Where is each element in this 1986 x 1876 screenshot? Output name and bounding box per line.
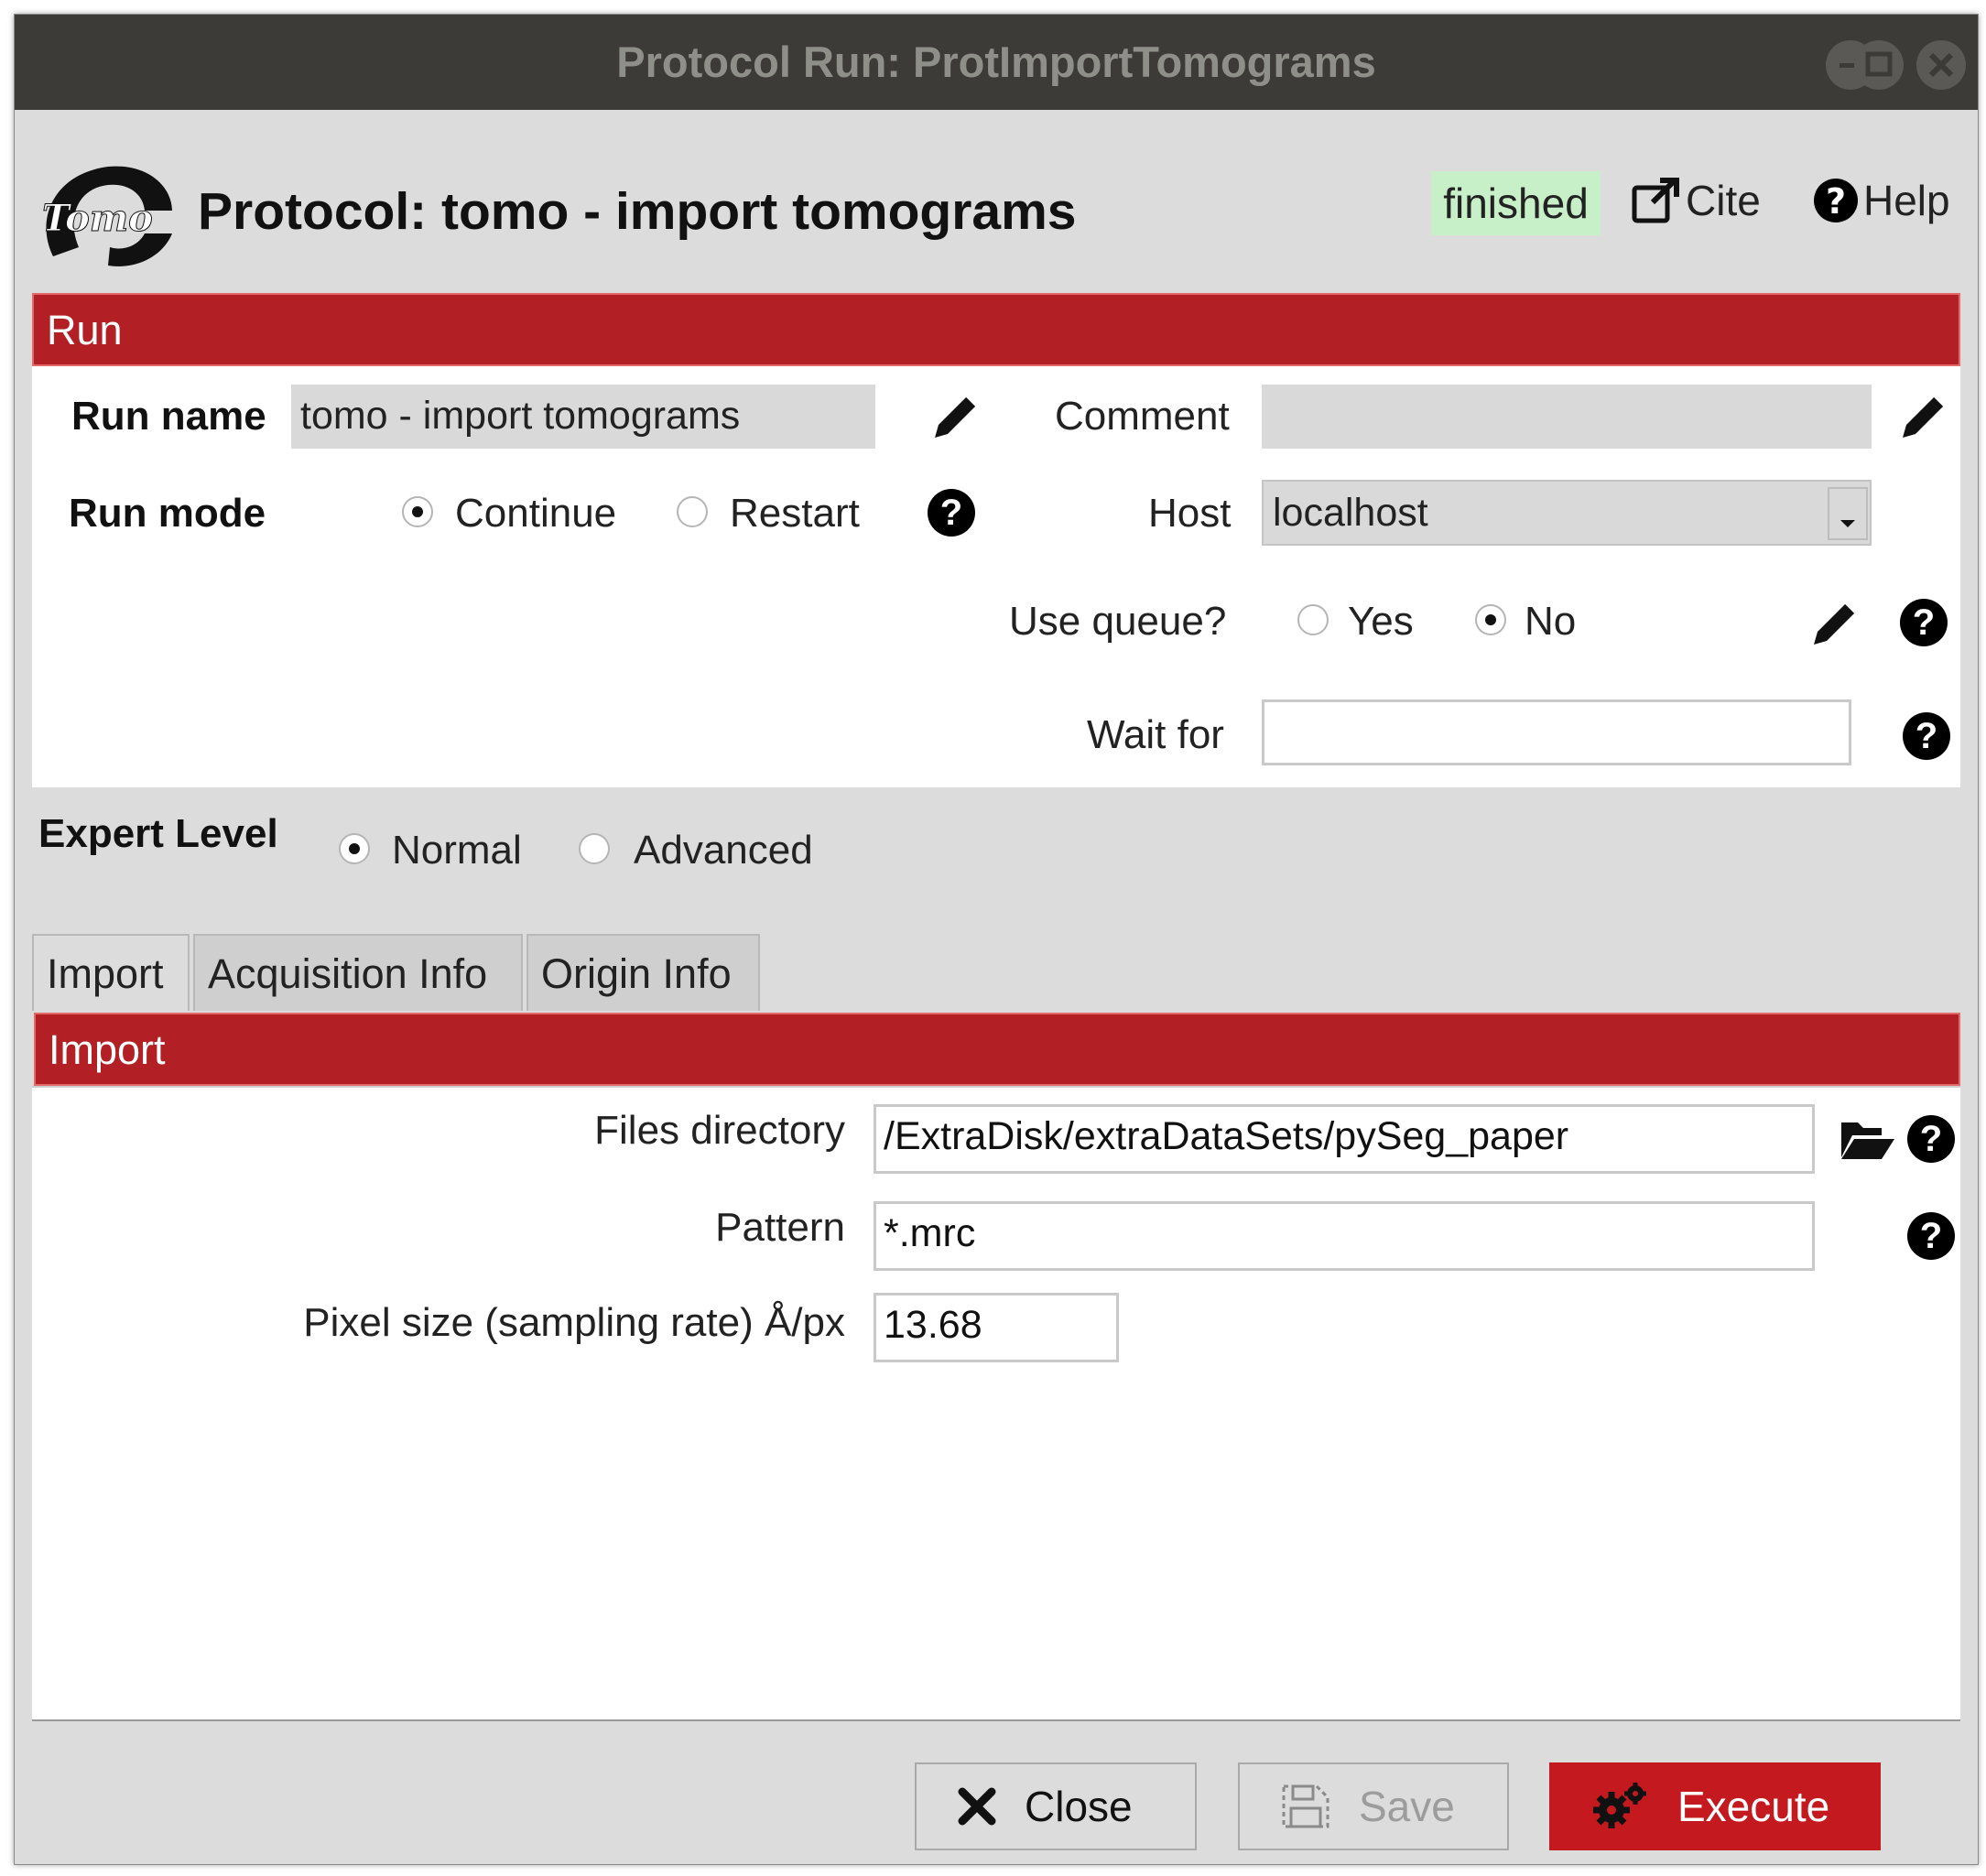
run-mode-help-icon[interactable]: ? bbox=[928, 489, 975, 537]
files-directory-label: Files directory bbox=[594, 1108, 845, 1153]
wait-for-input[interactable] bbox=[1262, 699, 1851, 765]
host-dropdown-button[interactable] bbox=[1828, 487, 1868, 540]
window-title: Protocol Run: ProtImportTomograms bbox=[616, 38, 1376, 86]
use-queue-no-radio[interactable] bbox=[1475, 604, 1506, 635]
close-window-icon bbox=[1928, 52, 1954, 78]
protocol-run-window: Protocol Run: ProtImportTomograms Tomo P… bbox=[14, 14, 1979, 1865]
expert-level-label: Expert Level bbox=[38, 811, 278, 856]
protocol-title: Protocol: tomo - import tomograms bbox=[198, 182, 1077, 241]
tomo-logo: Tomo bbox=[35, 156, 174, 275]
use-queue-label: Use queue? bbox=[1009, 599, 1227, 644]
cite-link[interactable]: Cite bbox=[1631, 176, 1761, 225]
expert-normal-radio[interactable] bbox=[339, 833, 370, 864]
folder-open-icon[interactable] bbox=[1839, 1117, 1896, 1163]
comment-label: Comment bbox=[1055, 394, 1230, 439]
wait-for-label: Wait for bbox=[1087, 712, 1224, 757]
edit-queue-icon[interactable] bbox=[1807, 601, 1858, 652]
pattern-label: Pattern bbox=[715, 1205, 845, 1250]
use-queue-help-icon[interactable]: ? bbox=[1900, 599, 1948, 646]
run-mode-restart-radio[interactable] bbox=[677, 496, 708, 527]
host-value: localhost bbox=[1273, 491, 1428, 535]
external-link-icon bbox=[1632, 178, 1679, 223]
cite-label: Cite bbox=[1686, 177, 1761, 224]
save-button-label: Save bbox=[1359, 1783, 1455, 1830]
expert-advanced-label[interactable]: Advanced bbox=[634, 828, 813, 873]
execute-button-label: Execute bbox=[1677, 1783, 1830, 1830]
pixel-size-label: Pixel size (sampling rate) Å/px bbox=[303, 1300, 845, 1345]
edit-run-name-icon[interactable] bbox=[928, 394, 979, 445]
save-button[interactable]: Save bbox=[1238, 1762, 1509, 1850]
files-directory-input[interactable]: /ExtraDisk/extraDataSets/pySeg_paper bbox=[874, 1104, 1815, 1174]
status-badge: finished bbox=[1431, 171, 1601, 235]
help-icon: ? bbox=[1814, 179, 1858, 222]
use-queue-yes-label[interactable]: Yes bbox=[1348, 599, 1414, 645]
import-section-header: Import bbox=[34, 1013, 1960, 1086]
window-titlebar[interactable]: Protocol Run: ProtImportTomograms bbox=[15, 15, 1978, 110]
files-directory-help-icon[interactable]: ? bbox=[1907, 1115, 1955, 1163]
gears-icon bbox=[1593, 1783, 1646, 1828]
import-panel: Files directory /ExtraDisk/extraDataSets… bbox=[32, 1086, 1960, 1721]
run-name-label: Run name bbox=[71, 394, 266, 439]
edit-comment-icon[interactable] bbox=[1895, 394, 1947, 445]
tab-origin-info[interactable]: Origin Info bbox=[526, 934, 760, 1011]
tab-acquisition-info[interactable]: Acquisition Info bbox=[193, 934, 523, 1011]
close-window-button[interactable] bbox=[1916, 40, 1966, 90]
close-button[interactable]: Close bbox=[915, 1762, 1197, 1850]
run-section-header: Run bbox=[32, 293, 1960, 366]
wait-for-help-icon[interactable]: ? bbox=[1903, 712, 1950, 760]
help-link[interactable]: ? Help bbox=[1812, 176, 1950, 225]
execute-button[interactable]: Execute bbox=[1549, 1762, 1881, 1850]
maximize-icon bbox=[1865, 51, 1893, 77]
expert-normal-label[interactable]: Normal bbox=[392, 828, 522, 873]
help-label: Help bbox=[1863, 177, 1950, 224]
svg-text:?: ? bbox=[1826, 181, 1846, 222]
host-label: Host bbox=[1148, 491, 1232, 536]
save-icon bbox=[1282, 1784, 1329, 1828]
run-mode-restart-label[interactable]: Restart bbox=[730, 491, 860, 537]
close-icon bbox=[958, 1787, 996, 1826]
use-queue-no-label[interactable]: No bbox=[1525, 599, 1576, 645]
protocol-header: Tomo Protocol: tomo - import tomograms f… bbox=[15, 110, 1978, 293]
chevron-down-icon bbox=[1840, 520, 1855, 527]
close-button-label: Close bbox=[1025, 1783, 1133, 1830]
host-select[interactable]: localhost bbox=[1262, 480, 1872, 546]
comment-field[interactable] bbox=[1262, 385, 1872, 449]
run-mode-continue-radio[interactable] bbox=[402, 496, 433, 527]
tab-import[interactable]: Import bbox=[32, 934, 190, 1011]
pattern-input[interactable]: *.mrc bbox=[874, 1201, 1815, 1271]
run-mode-continue-label[interactable]: Continue bbox=[455, 491, 616, 537]
run-panel: Run name tomo - import tomograms Comment… bbox=[32, 366, 1960, 787]
maximize-button[interactable] bbox=[1854, 40, 1904, 90]
svg-text:Tomo: Tomo bbox=[42, 197, 153, 240]
expert-advanced-radio[interactable] bbox=[579, 833, 610, 864]
pattern-help-icon[interactable]: ? bbox=[1907, 1212, 1955, 1260]
run-mode-label: Run mode bbox=[69, 491, 266, 536]
pixel-size-input[interactable]: 13.68 bbox=[874, 1293, 1119, 1362]
use-queue-yes-radio[interactable] bbox=[1297, 604, 1329, 635]
run-name-field[interactable]: tomo - import tomograms bbox=[291, 385, 875, 449]
